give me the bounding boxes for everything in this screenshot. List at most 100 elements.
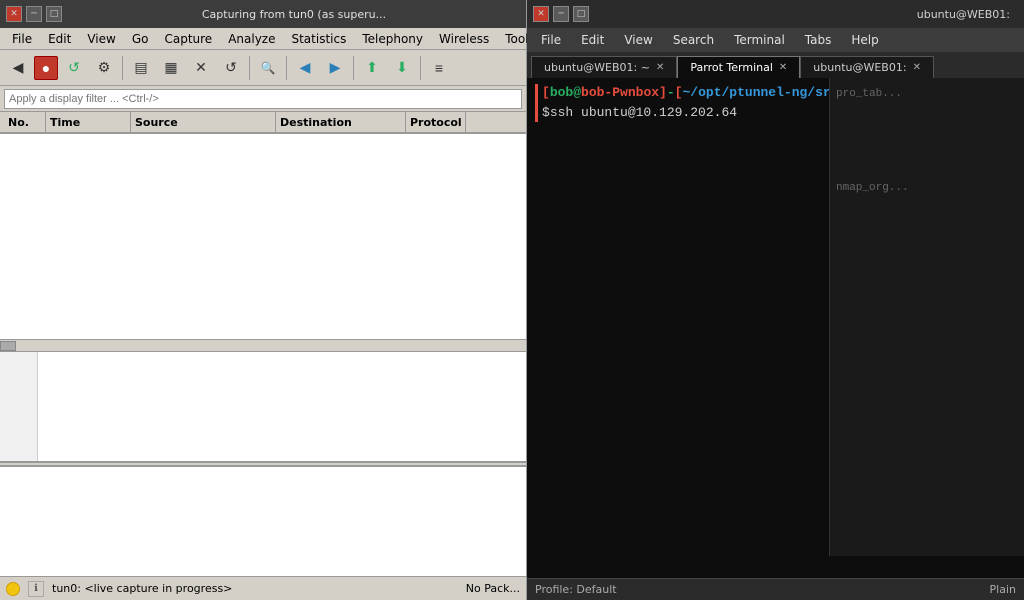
terminal-statusbar: Profile: Default Plain bbox=[527, 578, 1024, 600]
toolbar-stop-btn[interactable]: ● bbox=[34, 56, 58, 80]
menu-analyze[interactable]: Analyze bbox=[220, 30, 283, 48]
right-side-panel: pro_tab... nmap_org... bbox=[829, 78, 1024, 556]
menu-edit[interactable]: Edit bbox=[40, 30, 79, 48]
display-filter-input[interactable] bbox=[4, 89, 522, 109]
col-time: Time bbox=[46, 112, 131, 132]
term-menu-help[interactable]: Help bbox=[841, 31, 888, 49]
toolbar-back-btn[interactable]: ◀ bbox=[4, 54, 32, 82]
wireshark-window: ✕ ─ □ Capturing from tun0 (as superu... … bbox=[0, 0, 527, 600]
col-source: Source bbox=[131, 112, 276, 132]
packet-count-text: No Pack... bbox=[466, 582, 520, 595]
tab-ubuntu2[interactable]: ubuntu@WEB01: ✕ bbox=[800, 56, 934, 78]
toolbar-next-btn[interactable]: ▶ bbox=[321, 54, 349, 82]
menu-telephony[interactable]: Telephony bbox=[354, 30, 431, 48]
terminal-title-right: ubuntu@WEB01: bbox=[909, 8, 1018, 21]
toolbar-sep1 bbox=[122, 56, 123, 80]
wireshark-minimize-btn[interactable]: ─ bbox=[26, 6, 42, 22]
menu-statistics[interactable]: Statistics bbox=[283, 30, 354, 48]
expert-info-btn[interactable]: ℹ bbox=[28, 581, 44, 597]
tab-ubuntu2-close[interactable]: ✕ bbox=[913, 62, 921, 73]
tab-parrot-label: Parrot Terminal bbox=[690, 61, 773, 74]
wireshark-wm-buttons: ✕ ─ □ bbox=[6, 6, 62, 22]
term-menu-file[interactable]: File bbox=[531, 31, 571, 49]
packet-list[interactable] bbox=[0, 134, 526, 352]
terminal-titlebar: ✕ ─ □ ubuntu@WEB01: bbox=[527, 0, 1024, 28]
wireshark-toolbar: ◀ ● ↺ ⚙ ▤ ▦ ✕ ↺ 🔍 ◀ ▶ ⬆ ⬇ ≡ bbox=[0, 50, 526, 86]
capture-status-indicator bbox=[6, 582, 20, 596]
tab-ubuntu1[interactable]: ubuntu@WEB01: ~ ✕ bbox=[531, 56, 677, 78]
terminal-minimize-btn[interactable]: ─ bbox=[553, 6, 569, 22]
packet-detail-left-gutter bbox=[0, 352, 38, 461]
tab-parrot-close[interactable]: ✕ bbox=[779, 62, 787, 73]
terminal-tabs: ubuntu@WEB01: ~ ✕ Parrot Terminal ✕ ubun… bbox=[527, 52, 1024, 78]
capture-status-text: tun0: <live capture in progress> bbox=[52, 582, 458, 595]
terminal-profile: Profile: Default bbox=[535, 583, 617, 596]
terminal-title-area: ubuntu@WEB01: bbox=[595, 8, 1018, 21]
tab-ubuntu2-label: ubuntu@WEB01: bbox=[813, 61, 906, 74]
right-panel-content: pro_tab... nmap_org... bbox=[830, 78, 1024, 204]
packet-bytes-panel bbox=[0, 466, 526, 576]
toolbar-sep5 bbox=[420, 56, 421, 80]
prompt-dollar: $ bbox=[542, 104, 550, 122]
terminal-wm-buttons: ✕ ─ □ bbox=[533, 6, 589, 22]
col-destination: Destination bbox=[276, 112, 406, 132]
toolbar-find-btn[interactable]: 🔍 bbox=[254, 54, 282, 82]
packet-list-inner bbox=[0, 134, 526, 337]
toolbar-sep4 bbox=[353, 56, 354, 80]
scrollbar-thumb[interactable] bbox=[0, 341, 16, 351]
tab-ubuntu1-label: ubuntu@WEB01: ~ bbox=[544, 61, 650, 74]
terminal-window: ✕ ─ □ ubuntu@WEB01: File Edit View Searc… bbox=[527, 0, 1024, 600]
terminal-close-btn[interactable]: ✕ bbox=[533, 6, 549, 22]
menu-go[interactable]: Go bbox=[124, 30, 157, 48]
toolbar-restart-btn[interactable]: ↺ bbox=[60, 54, 88, 82]
toolbar-scrolldown-btn[interactable]: ⬇ bbox=[388, 54, 416, 82]
prompt-at: @ bbox=[573, 84, 581, 102]
prompt-dir-open: [ bbox=[675, 84, 683, 102]
toolbar-reload-btn[interactable]: ↺ bbox=[217, 54, 245, 82]
prompt-bracket-close: ] bbox=[659, 84, 667, 102]
right-panel-item-1: pro_tab... bbox=[836, 86, 1018, 102]
right-panel-item-2: nmap_org... bbox=[836, 102, 1018, 196]
packet-list-header: No. Time Source Destination Protocol bbox=[0, 112, 526, 134]
terminal-encoding: Plain bbox=[990, 583, 1016, 596]
toolbar-sep2 bbox=[249, 56, 250, 80]
prompt-host: bob-Pwnbox bbox=[581, 84, 659, 102]
menu-file[interactable]: File bbox=[4, 30, 40, 48]
wireshark-statusbar: ℹ tun0: <live capture in progress> No Pa… bbox=[0, 576, 526, 600]
term-menu-view[interactable]: View bbox=[614, 31, 662, 49]
toolbar-prev-btn[interactable]: ◀ bbox=[291, 54, 319, 82]
toolbar-open-btn[interactable]: ▤ bbox=[127, 54, 155, 82]
term-menu-edit[interactable]: Edit bbox=[571, 31, 614, 49]
tab-ubuntu1-close[interactable]: ✕ bbox=[656, 62, 664, 73]
term-menu-terminal[interactable]: Terminal bbox=[724, 31, 795, 49]
horizontal-scrollbar[interactable] bbox=[0, 339, 526, 351]
toolbar-sep3 bbox=[286, 56, 287, 80]
wireshark-maximize-btn[interactable]: □ bbox=[46, 6, 62, 22]
term-menu-tabs[interactable]: Tabs bbox=[795, 31, 842, 49]
menu-wireless[interactable]: Wireless bbox=[431, 30, 497, 48]
prompt-command: ssh ubuntu@10.129.202.64 bbox=[550, 104, 737, 122]
term-menu-search[interactable]: Search bbox=[663, 31, 724, 49]
prompt-path: ~/opt/ptunnel-ng/src bbox=[682, 84, 838, 102]
prompt-bracket-open: [ bbox=[542, 84, 550, 102]
prompt-user: bob bbox=[550, 84, 573, 102]
toolbar-close-btn[interactable]: ✕ bbox=[187, 54, 215, 82]
toolbar-options-btn[interactable]: ⚙ bbox=[90, 54, 118, 82]
menu-capture[interactable]: Capture bbox=[156, 30, 220, 48]
terminal-content[interactable]: [bob@bob-Pwnbox]-[~/opt/ptunnel-ng/src] … bbox=[527, 78, 1024, 578]
toolbar-extra-btn[interactable]: ≡ bbox=[425, 54, 453, 82]
menu-view[interactable]: View bbox=[79, 30, 123, 48]
packet-detail-content bbox=[38, 352, 526, 461]
toolbar-save-btn[interactable]: ▦ bbox=[157, 54, 185, 82]
wireshark-filterbar bbox=[0, 86, 526, 112]
wireshark-menubar: File Edit View Go Capture Analyze Statis… bbox=[0, 28, 526, 50]
toolbar-scrollup-btn[interactable]: ⬆ bbox=[358, 54, 386, 82]
terminal-menubar: File Edit View Search Terminal Tabs Help bbox=[527, 28, 1024, 52]
prompt-dash: - bbox=[667, 84, 675, 102]
wireshark-title: Capturing from tun0 (as superu... bbox=[68, 8, 520, 21]
terminal-maximize-btn[interactable]: □ bbox=[573, 6, 589, 22]
tab-parrot[interactable]: Parrot Terminal ✕ bbox=[677, 56, 800, 78]
wireshark-close-btn[interactable]: ✕ bbox=[6, 6, 22, 22]
wireshark-titlebar: ✕ ─ □ Capturing from tun0 (as superu... bbox=[0, 0, 526, 28]
col-no: No. bbox=[4, 112, 46, 132]
